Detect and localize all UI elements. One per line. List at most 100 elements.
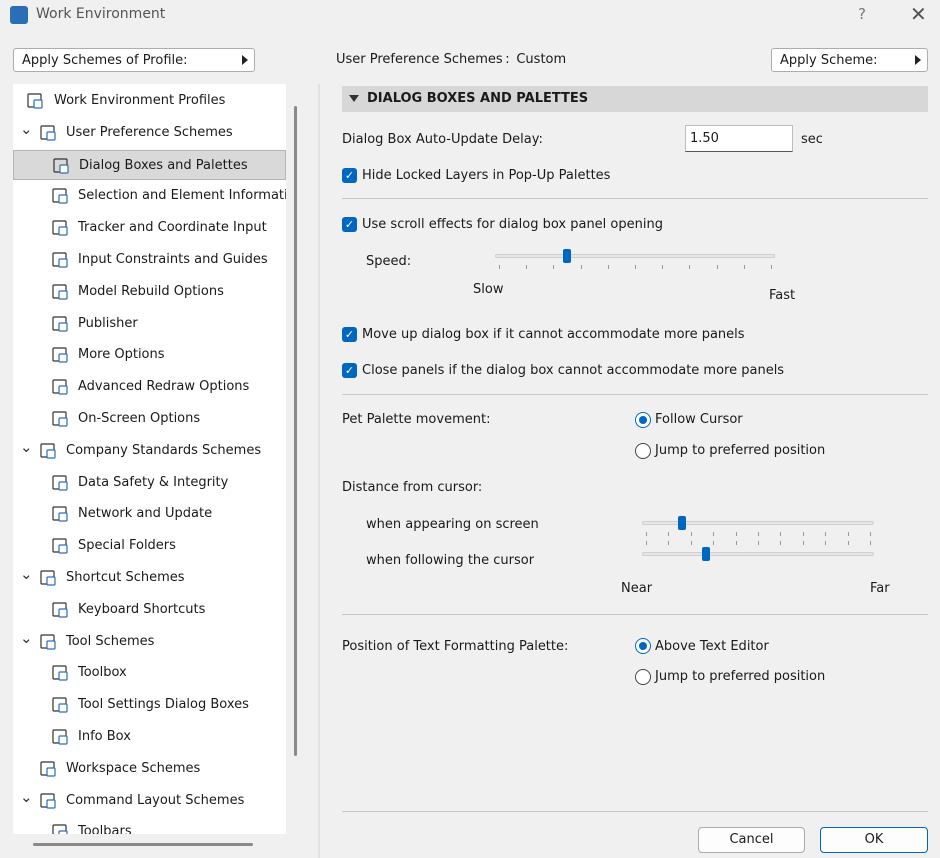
tree-item-model-rebuild-options[interactable]: Model Rebuild Options (13, 277, 286, 307)
slider-tick (744, 265, 745, 269)
slider-tick (499, 265, 500, 269)
tree-item-label: Data Safety & Integrity (78, 474, 229, 490)
tree-item-user-preference-schemes[interactable]: ⌄ User Preference Schemes (13, 118, 286, 148)
triangle-right-icon (242, 55, 248, 65)
apply-scheme-button[interactable]: Apply Scheme: (771, 48, 928, 72)
scroll-effects-checkbox[interactable]: ✓ (342, 217, 357, 232)
tree-item-label: Shortcut Schemes (66, 570, 185, 585)
slider-tick (581, 265, 582, 269)
slider-tick (870, 532, 871, 536)
tree-item-tool-schemes[interactable]: ⌄ Tool Schemes (13, 627, 286, 657)
near-label: Near (621, 581, 653, 596)
tree-item-command-layout-schemes[interactable]: ⌄ Command Layout Schemes (13, 786, 286, 816)
follow-cursor-label: Follow Cursor (655, 412, 743, 427)
tree-item-info-box[interactable]: Info Box (13, 722, 286, 752)
section-header[interactable]: DIALOG BOXES AND PALETTES (342, 86, 928, 112)
mouse-constraint-icon (50, 250, 70, 270)
house-redraw-icon (50, 377, 70, 397)
chevron-down-icon[interactable]: ⌄ (20, 788, 33, 806)
slider-thumb[interactable] (702, 547, 710, 561)
text-jump-preferred-radio[interactable] (635, 669, 651, 685)
move-up-checkbox[interactable]: ✓ (342, 327, 357, 342)
tree-item-shortcut-schemes[interactable]: ⌄ Shortcut Schemes (13, 563, 286, 593)
ok-button[interactable]: OK (820, 827, 928, 853)
close-panels-checkbox[interactable]: ✓ (342, 363, 357, 378)
chevron-down-icon[interactable]: ⌄ (20, 438, 33, 456)
slider-tick (646, 532, 647, 536)
tree-horizontal-scrollbar[interactable] (33, 843, 253, 846)
tree-item-tool-settings-dialog-boxes[interactable]: Tool Settings Dialog Boxes (13, 690, 286, 720)
above-text-editor-radio[interactable] (635, 638, 651, 654)
tree-item-on-screen-options[interactable]: On-Screen Options (13, 404, 286, 434)
tree-item-label: Toolbox (78, 665, 127, 681)
tree-item-toolbars[interactable]: Toolbars (13, 817, 286, 834)
tree-item-publisher[interactable]: Publisher (13, 309, 286, 339)
tree-item-work-environment-profiles[interactable]: Work Environment Profiles (13, 86, 286, 116)
jump-preferred-radio[interactable] (635, 443, 651, 459)
selection-info-icon (50, 186, 70, 206)
tree-item-label: Network and Update (78, 506, 213, 522)
tree-item-label: On-Screen Options (78, 411, 201, 426)
tree-item-workspace-schemes[interactable]: Workspace Schemes (13, 754, 286, 784)
delay-label: Dialog Box Auto-Update Delay: (342, 132, 543, 147)
slider-thumb[interactable] (678, 516, 686, 530)
chevron-down-icon[interactable]: ⌄ (20, 565, 33, 583)
apply-profile-button[interactable]: Apply Schemes of Profile: (13, 48, 255, 72)
tree-item-toolbox[interactable]: Toolbox (13, 658, 286, 688)
tree-item-more-options[interactable]: More Options (13, 340, 286, 370)
slider-tick (526, 265, 527, 269)
delay-input[interactable]: 1.50 (685, 125, 793, 152)
tree-item-data-safety-and-integrity[interactable]: Data Safety & Integrity (13, 468, 286, 498)
delay-unit: sec (801, 132, 823, 147)
tree-item-keyboard-shortcuts[interactable]: Keyboard Shortcuts (13, 595, 286, 625)
tree-item-network-and-update[interactable]: Network and Update (13, 499, 286, 529)
user-scheme-icon (38, 123, 58, 143)
slider-tick (662, 265, 663, 269)
tree-item-selection-and-element-informatic[interactable]: Selection and Element Informatic (13, 181, 286, 211)
tree-item-input-constraints-and-guides[interactable]: Input Constraints and Guides (13, 245, 286, 275)
collapse-triangle-icon (349, 95, 359, 102)
slider-tick (825, 532, 826, 536)
separator (342, 614, 928, 615)
hide-locked-checkbox[interactable]: ✓ (342, 168, 357, 183)
help-button[interactable]: ? (858, 5, 866, 23)
speed-min-label: Slow (473, 282, 504, 297)
slider-tick (691, 541, 692, 545)
command-layout-icon (38, 791, 58, 811)
appearing-label: when appearing on screen (366, 517, 539, 532)
shortcut-scheme-icon (38, 568, 58, 588)
tree-item-label: Company Standards Schemes (66, 442, 262, 458)
sliders-icon (50, 345, 70, 365)
tree-item-label: Workspace Schemes (66, 760, 201, 776)
far-label: Far (870, 581, 890, 596)
folder-icon (50, 536, 70, 556)
chevron-down-icon[interactable]: ⌄ (20, 629, 33, 647)
tree-item-company-standards-schemes[interactable]: ⌄ Company Standards Schemes (13, 436, 286, 466)
tree-item-label: Publisher (78, 315, 138, 331)
publisher-icon (50, 314, 70, 334)
slider-tick (848, 541, 849, 545)
slider-thumb[interactable] (563, 249, 571, 263)
apply-scheme-label: Apply Scheme: (780, 53, 878, 68)
bricks-icon (50, 282, 70, 302)
follow-cursor-radio[interactable] (635, 412, 651, 428)
speed-slider[interactable] (495, 249, 775, 273)
following-slider[interactable] (642, 541, 874, 571)
tree-item-special-folders[interactable]: Special Folders (13, 531, 286, 561)
slider-tick (780, 541, 781, 545)
slider-tick (691, 532, 692, 536)
tree-vertical-scrollbar[interactable] (294, 106, 297, 756)
tree-item-label: Keyboard Shortcuts (78, 601, 206, 617)
tree-item-label: Dialog Boxes and Palettes (79, 157, 248, 173)
tree-item-advanced-redraw-options[interactable]: Advanced Redraw Options (13, 372, 286, 402)
close-icon[interactable]: ✕ (910, 2, 927, 26)
slider-track (642, 552, 874, 556)
tree-item-dialog-boxes-and-palettes[interactable]: Dialog Boxes and Palettes (13, 149, 286, 180)
cancel-button[interactable]: Cancel (698, 827, 805, 853)
tree-item-label: Work Environment Profiles (54, 93, 226, 108)
text-jump-preferred-label: Jump to preferred position (655, 669, 826, 684)
tree-item-label: Tool Settings Dialog Boxes (78, 697, 249, 713)
appearing-slider[interactable] (642, 516, 874, 540)
tree-item-tracker-and-coordinate-input[interactable]: Tracker and Coordinate Input (13, 213, 286, 243)
chevron-down-icon[interactable]: ⌄ (20, 120, 33, 138)
